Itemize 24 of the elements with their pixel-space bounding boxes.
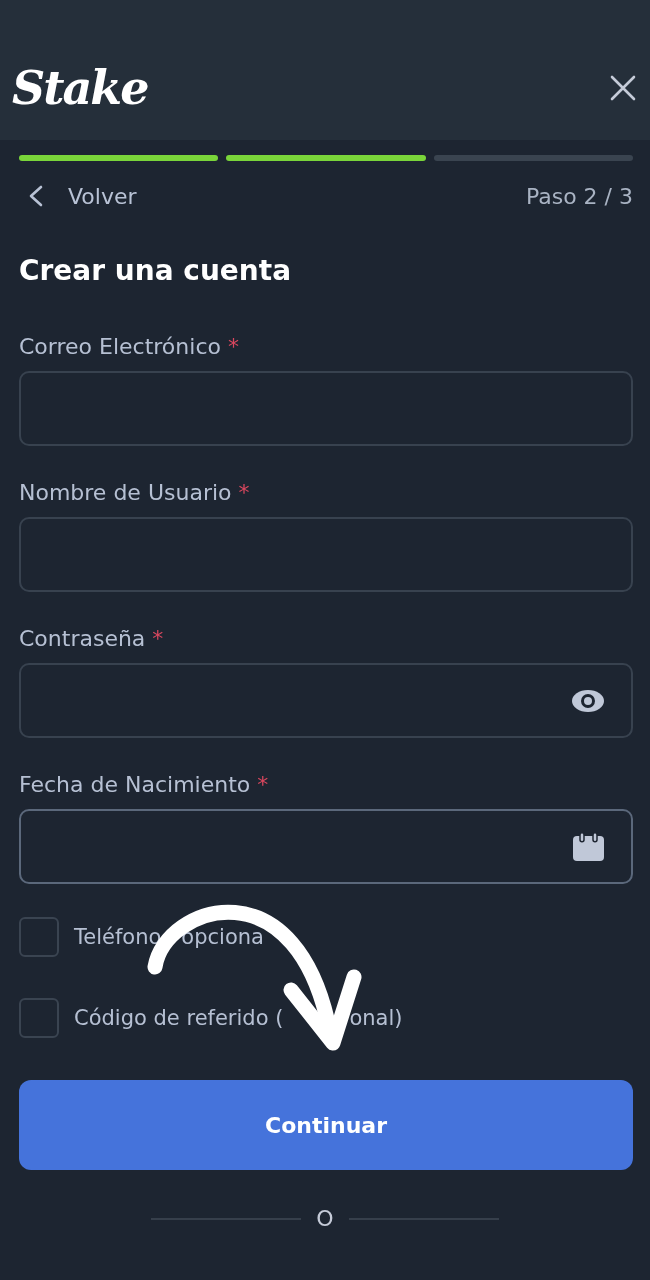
chevron-left-icon [29,185,43,207]
field-label: Fecha de Nacimiento * [19,772,269,798]
checkbox-label[interactable]: Teléfono [74,924,162,950]
checkbox[interactable] [19,998,59,1038]
field-label: Nombre de Usuario * [19,480,250,506]
divider-text: O [316,1206,334,1232]
step-counter: Paso 2 / 3 [525,183,633,209]
back-button[interactable]: Volver [19,183,137,209]
checkbox[interactable] [19,917,59,957]
calendar-icon[interactable] [573,832,604,861]
eye-icon[interactable] [572,689,604,712]
checkbox-label[interactable]: onal) [349,1005,403,1031]
logo-text: Stake [12,60,148,117]
checkbox-label[interactable]: opciona [181,924,264,950]
checkbox-label[interactable]: Código de referido ( [74,1005,284,1031]
input-field[interactable] [19,663,633,738]
input-field[interactable] [19,809,633,884]
page-title: Crear una cuenta [19,254,293,288]
input-field[interactable] [19,517,633,592]
input-field[interactable] [19,371,633,446]
continue-button[interactable]: Continuar [19,1080,633,1170]
field-label: Correo Electrónico * [19,334,239,360]
close-icon[interactable] [610,75,636,101]
field-label: Contraseña * [19,626,164,652]
